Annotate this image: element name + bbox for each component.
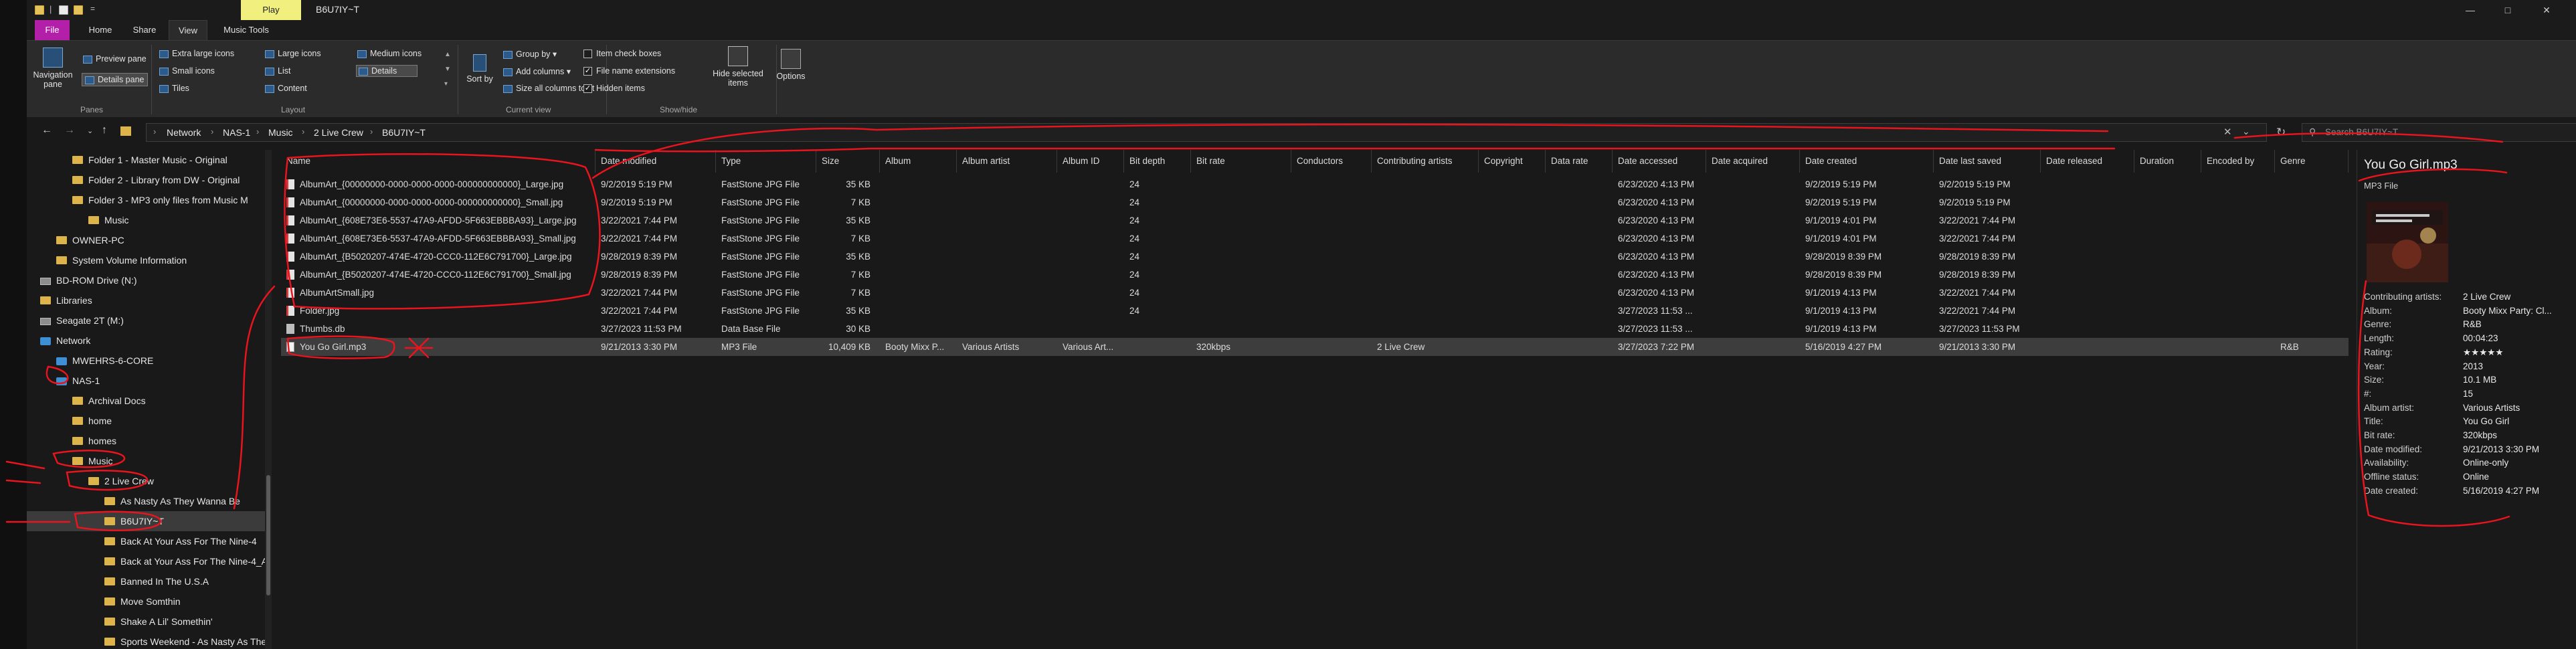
annotation-line-header [594,147,2116,153]
annotation-underline-title [2358,168,2508,182]
annotation-underline-search [2233,132,2504,143]
annotation-bracket-details [2357,280,2510,527]
annotation-arrows-left [5,460,71,523]
annotation-star-mark [404,337,434,359]
explorer-window: | = Play B6U7IY~T — □ ✕ File Home Share … [0,0,2576,649]
annotation-underline-columns [591,123,2109,179]
annotation-circle-nas1 [45,365,69,385]
annotation-circle-2-live-crew [66,470,149,491]
annotation-circle-selected-folder [74,511,162,531]
annotation-circle-music [52,450,126,468]
annotation-circle-jpg-files [284,153,601,310]
annotation-connector-curve [233,285,276,510]
annotation-circle-mp3-file [286,335,395,359]
annotation-overlay [5,123,2510,531]
